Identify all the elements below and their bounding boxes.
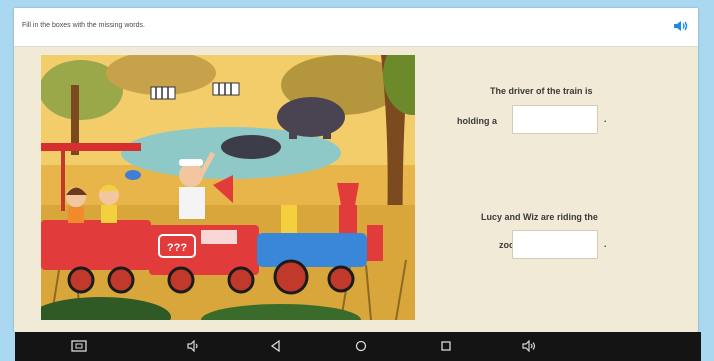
train-sign: ???: [167, 242, 187, 254]
activity-panel: Fill in the boxes with the missing words…: [14, 8, 698, 332]
zoo-train-illustration: ???: [41, 55, 415, 320]
question-2-suffix: .: [604, 239, 607, 249]
back-icon: [270, 340, 280, 352]
question-2-line1: Lucy and Wiz are riding the: [481, 212, 598, 222]
system-nav-bar: [15, 332, 701, 361]
instruction-bar: Fill in the boxes with the missing words…: [14, 8, 698, 47]
answer-input-1[interactable]: [512, 105, 598, 134]
home-icon: [355, 340, 367, 352]
screenshot-button[interactable]: [69, 337, 89, 355]
back-button[interactable]: [266, 337, 286, 355]
question-1-prefix: holding a: [457, 116, 497, 126]
question-1-line1: The driver of the train is: [490, 86, 593, 96]
question-1-suffix: .: [604, 114, 607, 124]
answer-input-2[interactable]: [512, 230, 598, 259]
instruction-text: Fill in the boxes with the missing words…: [22, 22, 145, 29]
screenshot-icon: [71, 340, 87, 352]
speaker-icon[interactable]: [672, 19, 690, 33]
volume-down-button[interactable]: [183, 337, 203, 355]
volume-up-icon: [522, 340, 536, 352]
volume-up-button[interactable]: [519, 337, 539, 355]
volume-down-icon: [187, 340, 198, 352]
recents-icon: [441, 341, 451, 351]
recents-button[interactable]: [436, 337, 456, 355]
home-button[interactable]: [351, 337, 371, 355]
